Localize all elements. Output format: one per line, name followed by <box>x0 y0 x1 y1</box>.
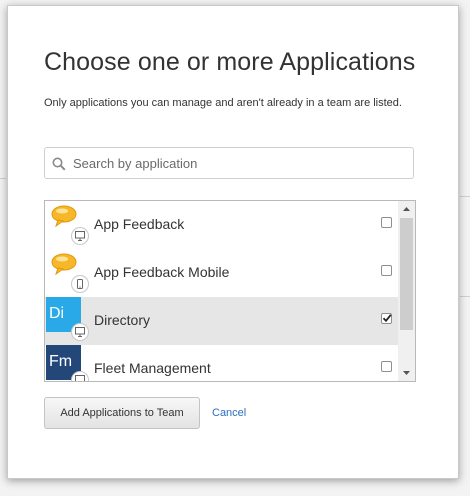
list-item[interactable]: Di Directory <box>45 297 398 345</box>
list-item[interactable]: Fm Fleet Management <box>45 345 398 381</box>
app-name: Directory <box>94 312 151 328</box>
choose-applications-dialog: Choose one or more Applications Only app… <box>7 5 459 479</box>
platform-badge <box>71 323 89 341</box>
scroll-thumb[interactable] <box>400 218 413 330</box>
check-icon <box>382 314 392 323</box>
list-scrollbar[interactable] <box>398 201 415 381</box>
app-checkbox[interactable] <box>381 313 392 324</box>
scroll-down-button[interactable] <box>398 365 415 381</box>
backdrop-line <box>460 196 470 197</box>
app-name: Fleet Management <box>94 360 211 376</box>
search-input[interactable] <box>73 148 403 178</box>
dialog-subtitle: Only applications you can manage and are… <box>44 97 402 109</box>
app-name: App Feedback <box>94 216 185 232</box>
scroll-up-button[interactable] <box>398 201 415 217</box>
speech-bubble-icon <box>51 253 77 275</box>
platform-badge <box>71 227 89 245</box>
desktop-icon <box>75 231 85 241</box>
application-list[interactable]: App Feedback App Feedback Mobile Di Dire… <box>44 200 416 382</box>
search-icon <box>52 157 66 171</box>
backdrop-line <box>0 178 6 179</box>
speech-bubble-icon <box>51 205 77 227</box>
platform-badge <box>71 371 89 381</box>
desktop-icon <box>75 375 85 381</box>
list-item[interactable]: App Feedback <box>45 201 398 249</box>
cancel-link[interactable]: Cancel <box>212 407 246 419</box>
triangle-up-icon <box>403 207 410 211</box>
backdrop-line <box>460 296 470 297</box>
app-checkbox[interactable] <box>381 361 392 372</box>
app-name: App Feedback Mobile <box>94 264 230 280</box>
platform-badge <box>71 275 89 293</box>
list-item[interactable]: App Feedback Mobile <box>45 249 398 297</box>
search-box[interactable] <box>44 147 414 179</box>
mobile-icon <box>77 279 83 289</box>
desktop-icon <box>75 327 85 337</box>
add-applications-button[interactable]: Add Applications to Team <box>44 397 200 429</box>
app-checkbox[interactable] <box>381 265 392 276</box>
triangle-down-icon <box>403 371 410 375</box>
app-checkbox[interactable] <box>381 217 392 228</box>
dialog-title: Choose one or more Applications <box>44 48 416 76</box>
